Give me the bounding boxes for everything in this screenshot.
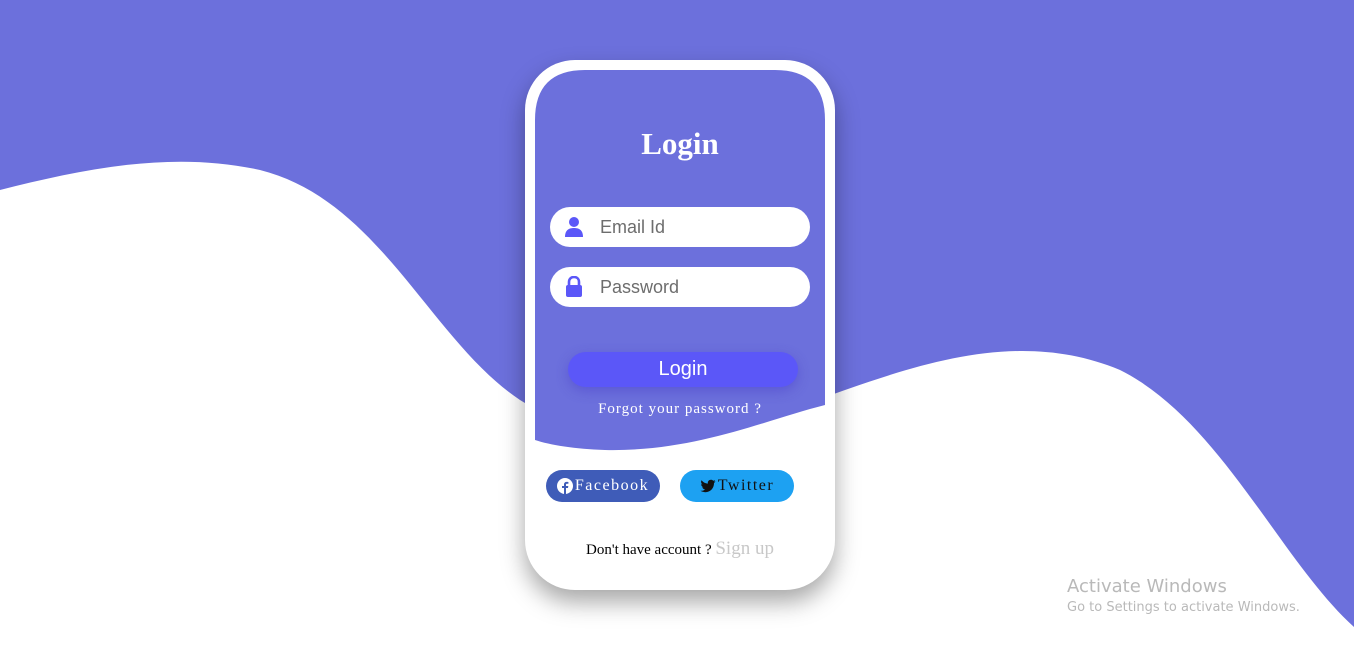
facebook-label: Facebook (574, 477, 650, 494)
email-input[interactable] (600, 212, 800, 242)
signup-prompt: Don't have account ? (586, 542, 712, 558)
signup-row: Don't have account ? Sign up (525, 538, 835, 560)
facebook-button[interactable]: Facebook (546, 470, 660, 502)
lock-icon (566, 276, 582, 297)
email-field[interactable] (550, 207, 810, 247)
twitter-label: Twitter (717, 477, 775, 494)
forgot-password-link[interactable]: Forgot your password ? (550, 401, 810, 418)
twitter-button[interactable]: Twitter (680, 470, 794, 502)
activate-windows-title: Activate Windows (1067, 576, 1227, 597)
activate-windows-watermark: Activate Windows Go to Settings to activ… (1067, 576, 1300, 618)
twitter-icon (700, 479, 716, 493)
signup-link[interactable]: Sign up (715, 538, 774, 559)
facebook-icon (556, 478, 573, 494)
user-icon (565, 217, 583, 237)
page: Login Login Forgot your password ? Faceb… (0, 0, 1354, 645)
activate-windows-subtitle: Go to Settings to activate Windows. (1067, 600, 1300, 615)
password-field[interactable] (550, 267, 810, 307)
password-input[interactable] (600, 272, 800, 302)
login-button[interactable]: Login (568, 352, 798, 387)
login-title: Login (641, 126, 719, 161)
